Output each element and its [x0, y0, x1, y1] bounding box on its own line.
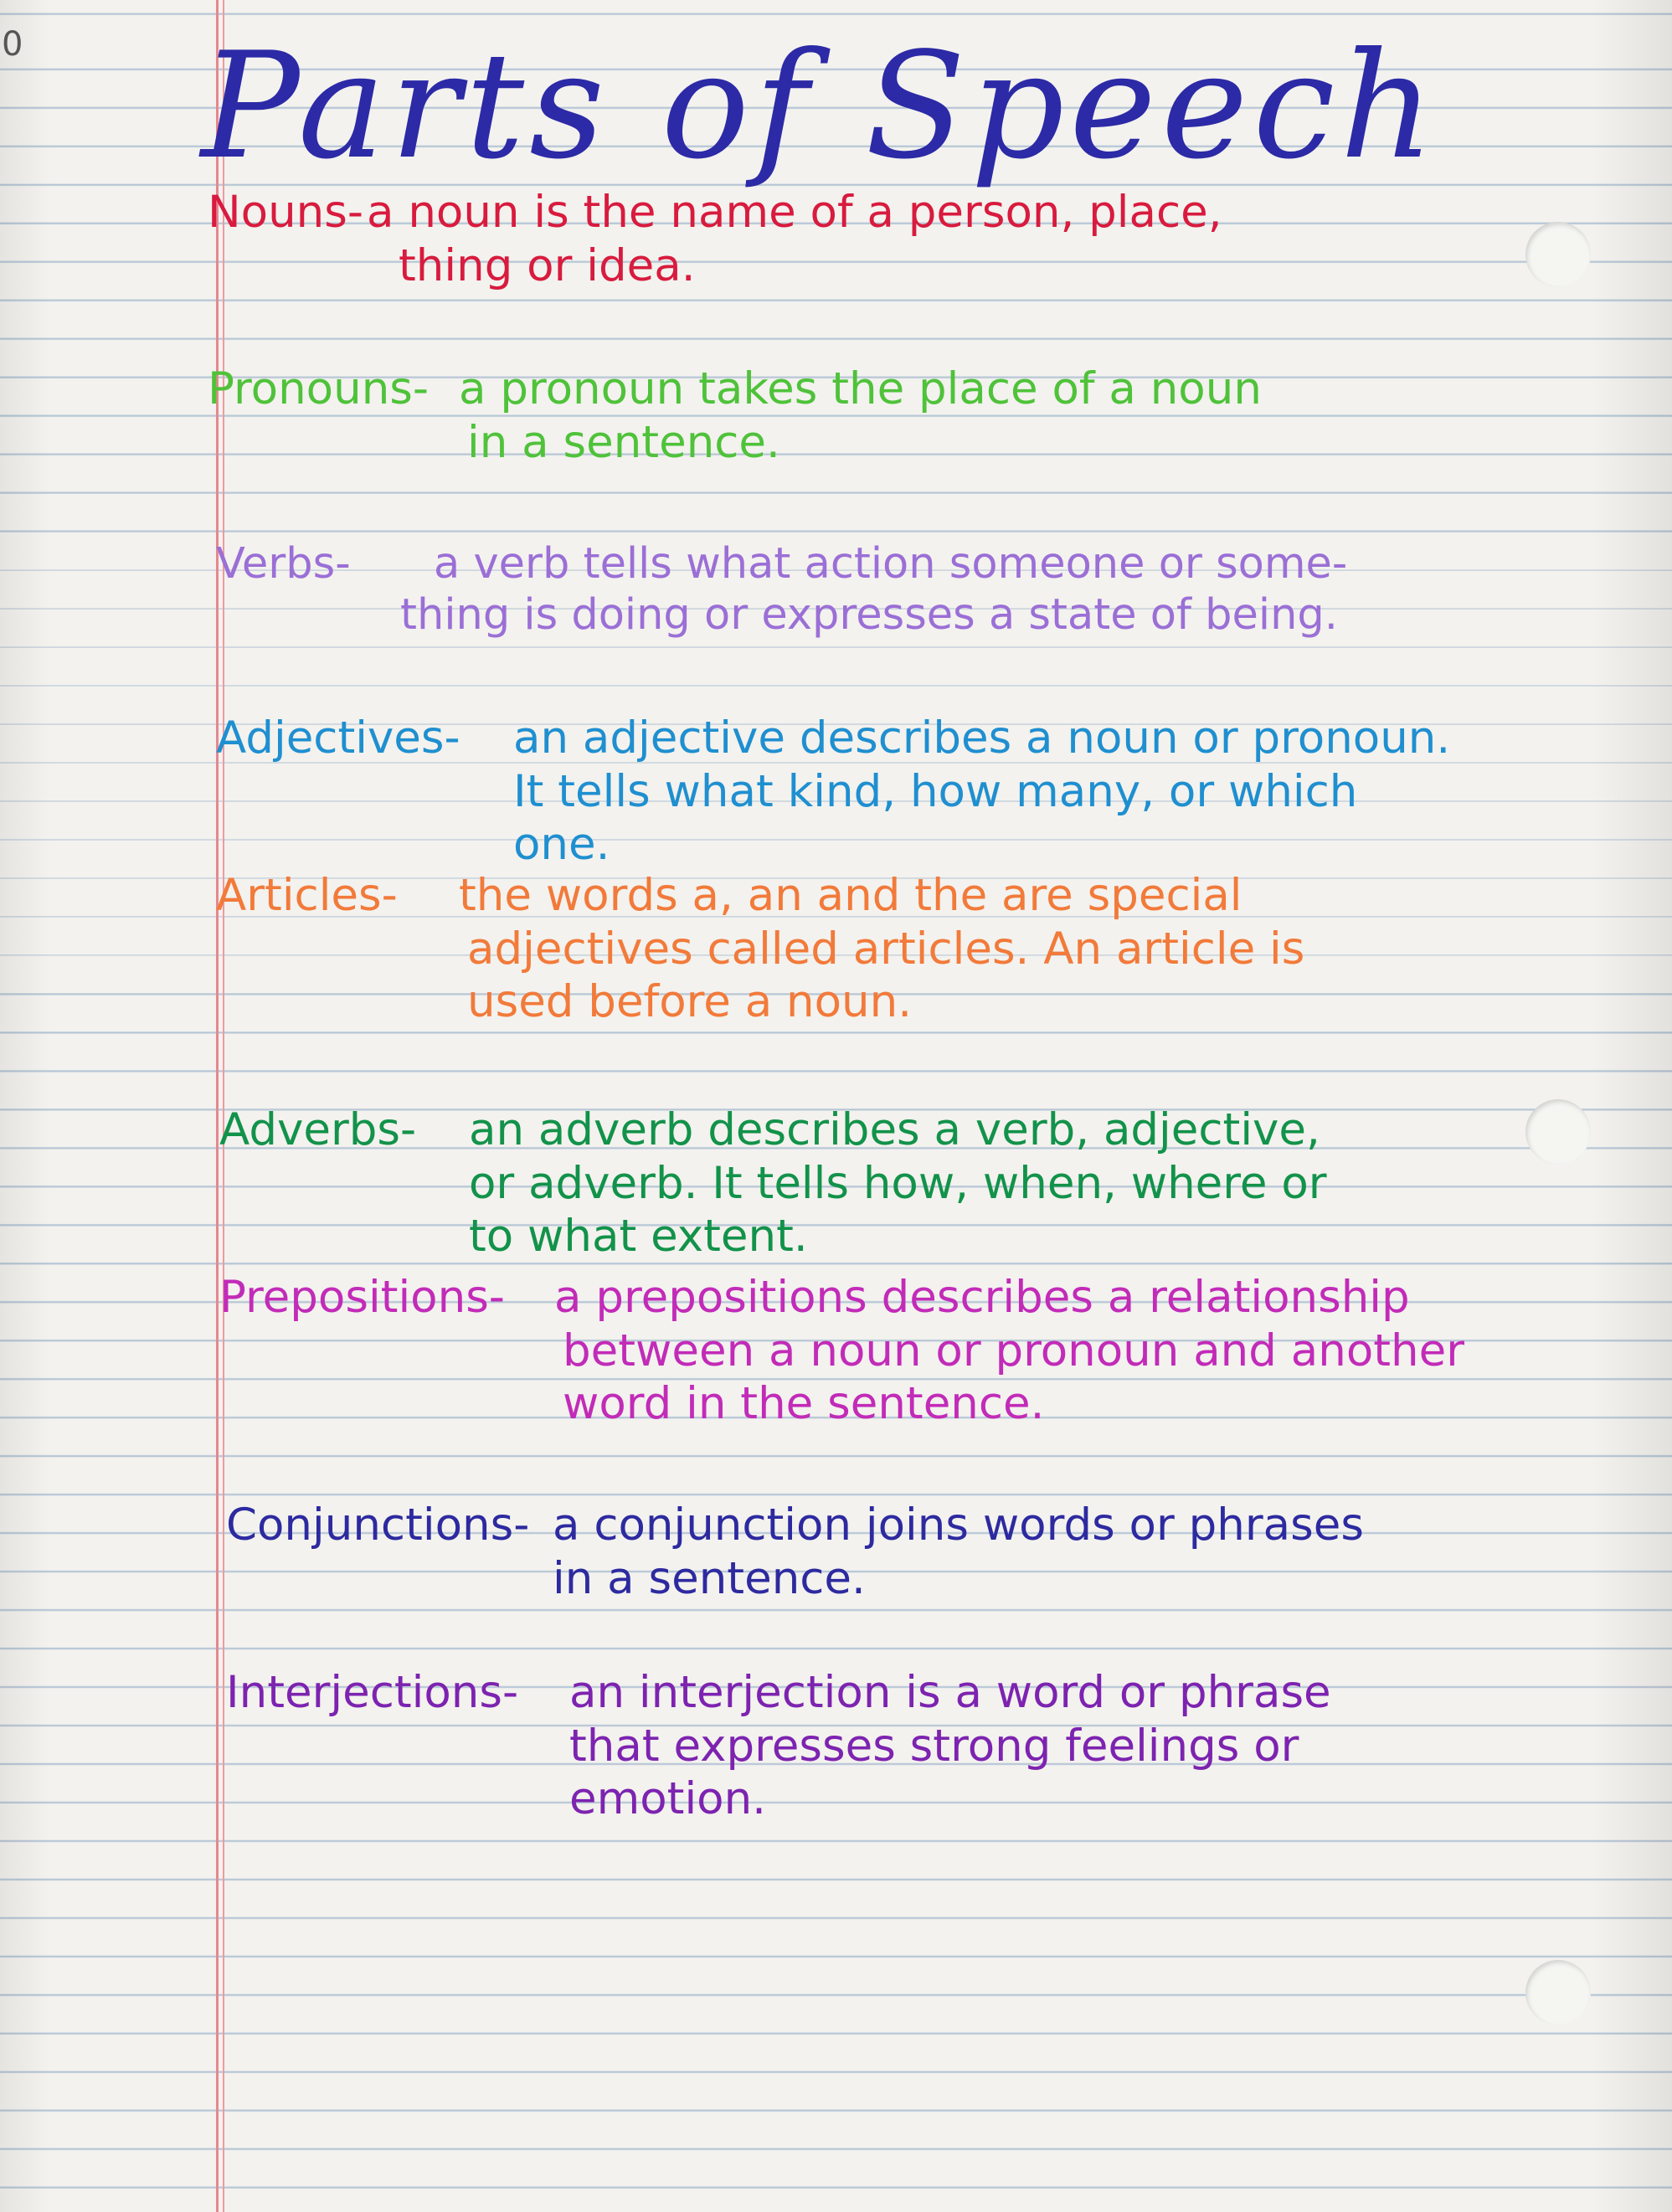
binder-hole-middle [1525, 1099, 1591, 1165]
binder-hole-top [1525, 222, 1591, 287]
definition-line: It tells what kind, how many, or which [513, 765, 1358, 817]
definition-line: emotion. [569, 1773, 767, 1825]
term-adjectives: Adjectives- [216, 712, 460, 764]
definition-line: one. [513, 819, 610, 871]
definition-line: or adverb. It tells how, when, where or [469, 1157, 1327, 1209]
definition-line: thing is doing or expresses a state of b… [400, 590, 1339, 640]
definition-articles: the words a, an and the are special adje… [459, 869, 1304, 1029]
definition-verbs: a verb tells what action someone or some… [216, 538, 1347, 640]
definition-line: a prepositions describes a relationship [554, 1272, 1410, 1323]
definition-prepositions: a prepositions describes a relationship … [554, 1271, 1464, 1431]
definition-line: used before a noun. [467, 976, 913, 1028]
definition-line: that expresses strong feelings or [569, 1720, 1299, 1772]
definition-pronouns: a pronoun takes the place of a noun in a… [459, 363, 1262, 469]
definition-line: word in the sentence. [563, 1378, 1045, 1430]
term-pronouns: Pronouns- [208, 363, 430, 414]
binder-hole-bottom [1525, 1960, 1591, 2025]
definition-line: adjectives called articles. An article i… [467, 923, 1305, 975]
definition-line: an interjection is a word or phrase [569, 1667, 1331, 1718]
definition-adjectives: an adjective describes a noun or pronoun… [513, 712, 1450, 872]
page-title: Parts of Speech [201, 22, 1440, 192]
margin-line [216, 0, 219, 2212]
definition-line: the words a, an and the are special [459, 870, 1242, 921]
definition-adverbs: an adverb describes a verb, adjective, o… [469, 1103, 1327, 1263]
term-interjections: Interjections- [226, 1667, 519, 1718]
definition-line: thing or idea. [399, 239, 696, 291]
term-prepositions: Prepositions- [219, 1272, 505, 1323]
definition-line: an adverb describes a verb, adjective, [469, 1104, 1320, 1155]
corner-mark: 0 [2, 25, 23, 64]
definition-line: to what extent. [469, 1211, 808, 1263]
term-adverbs: Adverbs- [219, 1104, 417, 1155]
term-articles: Articles- [216, 870, 398, 921]
definition-line: between a noun or pronoun and another [563, 1325, 1465, 1376]
definition-line: in a sentence. [553, 1552, 866, 1604]
definition-line: in a sentence. [467, 416, 780, 468]
definition-line: an adjective describes a noun or pronoun… [513, 712, 1451, 764]
definition-line: a conjunction joins words or phrases [553, 1500, 1364, 1551]
definition-line: a verb tells what action someone or some… [434, 539, 1348, 589]
definition-line: a noun is the name of a person, place, [367, 187, 1222, 238]
definition-nouns: a noun is the name of a person, place, t… [208, 186, 1222, 292]
term-conjunctions: Conjunctions- [226, 1500, 530, 1551]
definition-line: a pronoun takes the place of a noun [459, 363, 1262, 414]
definition-conjunctions: a conjunction joins words or phrases in … [553, 1499, 1364, 1605]
definition-interjections: an interjection is a word or phrase that… [569, 1666, 1331, 1826]
